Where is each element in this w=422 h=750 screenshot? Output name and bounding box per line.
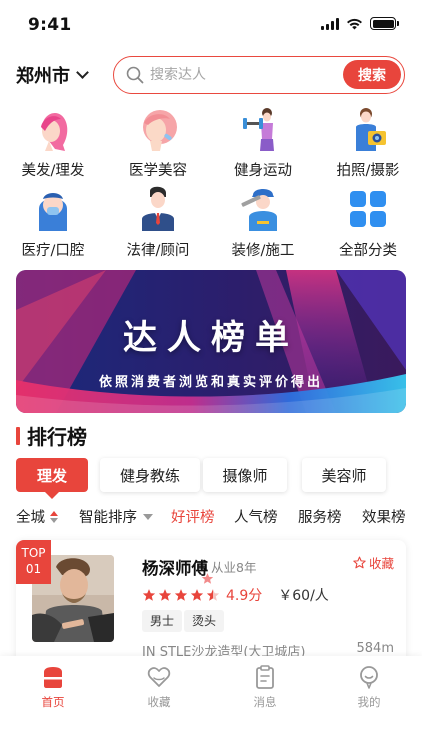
lawyer-icon xyxy=(142,186,174,231)
filter-smart-sort[interactable]: 智能排序 xyxy=(79,506,153,527)
rating-score: 4.9分 xyxy=(226,588,263,604)
search-icon xyxy=(126,66,144,84)
fitness-icon xyxy=(243,108,274,151)
active-tab-pointer xyxy=(45,492,59,499)
favorite-button[interactable]: 收藏 xyxy=(353,553,394,572)
search-box: 搜索 xyxy=(113,56,405,94)
ranking-section-title: 排行榜 xyxy=(16,421,87,450)
category-medical-beauty[interactable]: 医学美容 xyxy=(108,105,208,181)
wifi-icon xyxy=(347,18,362,29)
tab-beautician[interactable]: 美容师 xyxy=(302,458,386,492)
category-label: 健身运动 xyxy=(234,163,292,179)
banner-title: 达人榜单 xyxy=(123,318,299,358)
cellular-signal-icon xyxy=(321,17,339,30)
star-icon xyxy=(206,589,220,601)
home-icon xyxy=(44,667,62,688)
section-accent-bar xyxy=(16,426,20,445)
tab-photographer[interactable]: 摄像师 xyxy=(203,458,287,492)
hair-salon-icon xyxy=(41,113,68,151)
category-label: 美发/理发 xyxy=(21,163,85,179)
star-icon xyxy=(142,589,156,601)
bottom-tab-bar: 首页 收藏 消息 我的 xyxy=(0,656,422,750)
favorite-label: 收藏 xyxy=(368,556,394,571)
tab-bar-messages[interactable]: 消息 xyxy=(235,664,295,710)
filter-label: 全城 xyxy=(16,510,45,526)
tab-bar-label: 我的 xyxy=(357,695,381,709)
battery-icon xyxy=(370,17,399,30)
tab-bar-label: 收藏 xyxy=(147,695,171,709)
search-button[interactable]: 搜索 xyxy=(343,60,401,89)
status-time: 9:41 xyxy=(28,15,72,35)
category-renovation[interactable]: 装修/施工 xyxy=(213,185,313,261)
filter-label: 智能排序 xyxy=(79,510,137,526)
status-icons xyxy=(321,17,399,30)
city-label: 郑州市 xyxy=(16,66,70,87)
tab-bar-label: 消息 xyxy=(253,695,277,709)
tab-bar-profile[interactable]: 我的 xyxy=(339,664,399,710)
expert-tag: 男士 xyxy=(142,610,183,632)
star-icon xyxy=(190,589,204,601)
category-photography[interactable]: 拍照/摄影 xyxy=(318,105,418,181)
filter-service[interactable]: 服务榜 xyxy=(298,506,342,527)
expert-years: 从业8年 xyxy=(211,560,257,575)
expert-card[interactable]: TOP 01 杨深师傅 从业8年 收藏 4.9分 ￥60/人 男士 烫头 IN … xyxy=(16,540,406,670)
grid-icon xyxy=(350,191,386,227)
category-label: 全部分类 xyxy=(339,243,397,259)
category-all[interactable]: 全部分类 xyxy=(318,185,418,261)
tab-bar-label: 首页 xyxy=(41,695,65,709)
category-lawyer[interactable]: 法律/顾问 xyxy=(108,185,208,261)
profile-icon xyxy=(360,666,378,689)
tab-haircut[interactable]: 理发 xyxy=(16,458,88,492)
header: 郑州市 搜索 xyxy=(0,56,422,96)
category-dental[interactable]: 医疗/口腔 xyxy=(3,185,103,261)
expert-name: 杨深师傅 xyxy=(142,559,208,578)
ranking-banner[interactable]: 达人榜单 依照消费者浏览和真实评价得出 xyxy=(16,270,406,413)
renovation-icon xyxy=(241,189,277,231)
category-label: 法律/顾问 xyxy=(126,243,190,259)
filter-popularity[interactable]: 人气榜 xyxy=(234,506,278,527)
filter-results[interactable]: 效果榜 xyxy=(362,506,406,527)
filter-top-rated[interactable]: 好评榜 xyxy=(171,506,215,527)
category-label: 医疗/口腔 xyxy=(21,243,85,259)
rating-row: 4.9分 ￥60/人 xyxy=(142,585,329,605)
category-label: 医学美容 xyxy=(129,163,187,179)
rating-stars xyxy=(142,588,220,602)
star-icon xyxy=(158,589,172,601)
tab-fitness-coach[interactable]: 健身教练 xyxy=(100,458,200,492)
category-grid: 美发/理发 医学美容 健身运动 拍照/摄影 医疗/口腔 法律/顾问 装修/施工 … xyxy=(0,100,422,260)
category-hair[interactable]: 美发/理发 xyxy=(3,105,103,181)
category-fitness[interactable]: 健身运动 xyxy=(213,105,313,181)
tab-bar-home[interactable]: 首页 xyxy=(23,664,83,710)
category-label: 装修/施工 xyxy=(231,243,295,259)
filter-bar: 全城 智能排序 好评榜 人气榜 服务榜 效果榜 xyxy=(0,506,422,528)
star-small-icon xyxy=(201,573,214,584)
section-title-text: 排行榜 xyxy=(27,425,87,449)
caret-down-icon xyxy=(143,513,153,520)
search-input[interactable] xyxy=(150,63,330,87)
sort-arrows-icon xyxy=(50,510,58,523)
shop-distance: 584m xyxy=(356,641,394,656)
tab-bar-favorites[interactable]: 收藏 xyxy=(129,664,189,710)
rank-badge-number: 01 xyxy=(25,562,42,576)
heart-icon xyxy=(147,667,171,687)
price: ￥60/人 xyxy=(278,588,329,604)
dental-icon xyxy=(39,193,67,231)
filter-city[interactable]: 全城 xyxy=(16,506,58,527)
city-selector[interactable]: 郑州市 xyxy=(16,62,89,88)
category-label: 拍照/摄影 xyxy=(336,163,400,179)
medical-beauty-icon xyxy=(143,110,177,151)
status-bar: 9:41 xyxy=(0,0,422,50)
expert-tag: 烫头 xyxy=(184,610,225,632)
star-icon xyxy=(174,589,188,601)
photography-icon xyxy=(356,108,386,151)
banner-subtitle: 依照消费者浏览和真实评价得出 xyxy=(98,375,323,390)
rank-badge: TOP 01 xyxy=(16,540,51,584)
rank-badge-top: TOP xyxy=(21,546,46,560)
chevron-down-icon xyxy=(76,66,89,79)
star-outline-icon xyxy=(353,556,366,569)
message-icon xyxy=(256,665,274,689)
